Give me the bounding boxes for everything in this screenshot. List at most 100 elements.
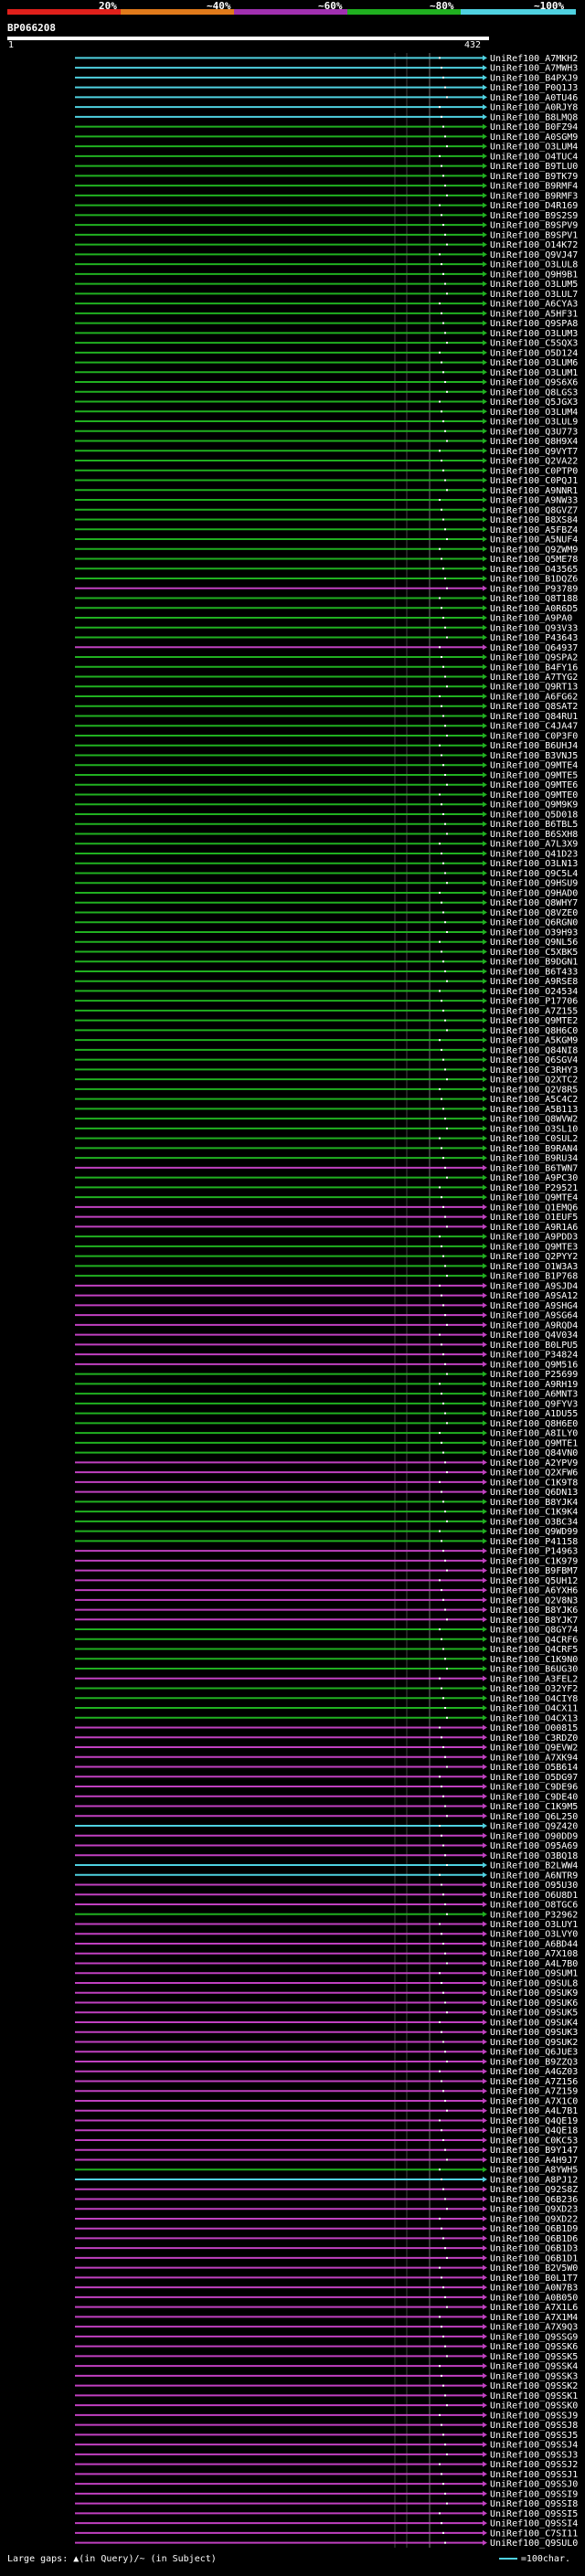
hit-label[interactable]: UniRef100_B9DGN1 xyxy=(490,958,578,968)
hit-label[interactable]: UniRef100_C0PTP0 xyxy=(490,466,578,476)
hit-label[interactable]: UniRef100_Q2VA22 xyxy=(490,457,578,467)
hit-label[interactable]: UniRef100_Q9SSJ2 xyxy=(490,2460,578,2470)
hit-label[interactable]: UniRef100_Q9SSK6 xyxy=(490,2342,578,2352)
hit-label[interactable]: UniRef100_Q4QE19 xyxy=(490,2116,578,2126)
hit-label[interactable]: UniRef100_B6SXH8 xyxy=(490,830,578,840)
hit-label[interactable]: UniRef100_B3VNJ5 xyxy=(490,751,578,761)
hit-label[interactable]: UniRef100_C5XBK5 xyxy=(490,948,578,958)
hit-label[interactable]: UniRef100_Q9SSI5 xyxy=(490,2509,578,2519)
hit-label[interactable]: UniRef100_Q9WD99 xyxy=(490,1527,578,1537)
hit-label[interactable]: UniRef100_A0R6D5 xyxy=(490,604,578,614)
hit-label[interactable]: UniRef100_A7Z156 xyxy=(490,2077,578,2087)
hit-label[interactable]: UniRef100_Q9VJ47 xyxy=(490,250,578,260)
hit-label[interactable]: UniRef100_O4CX11 xyxy=(490,1704,578,1714)
hit-label[interactable]: UniRef100_O3BQ18 xyxy=(490,1851,578,1861)
hit-label[interactable]: UniRef100_A9R1A6 xyxy=(490,1223,578,1233)
hit-label[interactable]: UniRef100_B6UHJ4 xyxy=(490,741,578,751)
hit-label[interactable]: UniRef100_C9DE96 xyxy=(490,1783,578,1793)
hit-label[interactable]: UniRef100_O24534 xyxy=(490,987,578,997)
hit-label[interactable]: UniRef100_Q9M9K9 xyxy=(490,800,578,811)
hit-label[interactable]: UniRef100_B9RMF4 xyxy=(490,182,578,192)
hit-label[interactable]: UniRef100_Q9MTE1 xyxy=(490,1438,578,1448)
hit-label[interactable]: UniRef100_Q6B1D1 xyxy=(490,2253,578,2263)
hit-label[interactable]: UniRef100_B2LWW4 xyxy=(490,1861,578,1871)
hit-label[interactable]: UniRef100_Q9VYT7 xyxy=(490,447,578,457)
hit-label[interactable]: UniRef100_O3LUM6 xyxy=(490,358,578,368)
hit-label[interactable]: UniRef100_Q9SSJ9 xyxy=(490,2411,578,2421)
hit-label[interactable]: UniRef100_Q9SSI4 xyxy=(490,2519,578,2529)
hit-label[interactable]: UniRef100_B1P768 xyxy=(490,1272,578,1282)
hit-label[interactable]: UniRef100_O14K72 xyxy=(490,240,578,250)
hit-label[interactable]: UniRef100_C1K979 xyxy=(490,1556,578,1566)
hit-label[interactable]: UniRef100_Q6SGV4 xyxy=(490,1055,578,1065)
hit-label[interactable]: UniRef100_O00815 xyxy=(490,1723,578,1733)
hit-label[interactable]: UniRef100_B6T433 xyxy=(490,967,578,977)
hit-label[interactable]: UniRef100_Q8GVZ7 xyxy=(490,505,578,515)
hit-label[interactable]: UniRef100_Q6B1D6 xyxy=(490,2234,578,2244)
hit-label[interactable]: UniRef100_O95U30 xyxy=(490,1881,578,1891)
hit-label[interactable]: UniRef100_A9PDD3 xyxy=(490,1233,578,1243)
hit-label[interactable]: UniRef100_B9Y147 xyxy=(490,2146,578,2156)
hit-label[interactable]: UniRef100_Q9SSK1 xyxy=(490,2391,578,2401)
hit-label[interactable]: UniRef100_Q9SUK4 xyxy=(490,2018,578,2028)
hit-label[interactable]: UniRef100_Q84VN0 xyxy=(490,1448,578,1458)
hit-label[interactable]: UniRef100_Q9MTE0 xyxy=(490,790,578,800)
hit-label[interactable]: UniRef100_O1W3A3 xyxy=(490,1262,578,1272)
hit-label[interactable]: UniRef100_Q6JUE3 xyxy=(490,2048,578,2058)
hit-label[interactable]: UniRef100_B6UG30 xyxy=(490,1665,578,1675)
hit-label[interactable]: UniRef100_A0B050 xyxy=(490,2293,578,2303)
hit-label[interactable]: UniRef100_A7L3X9 xyxy=(490,840,578,850)
hit-label[interactable]: UniRef100_Q9S6X6 xyxy=(490,378,578,388)
hit-label[interactable]: UniRef100_O3LN13 xyxy=(490,859,578,869)
hit-label[interactable]: UniRef100_Q64937 xyxy=(490,643,578,653)
hit-label[interactable]: UniRef100_B0L1T7 xyxy=(490,2274,578,2284)
hit-label[interactable]: UniRef100_Q9MTE5 xyxy=(490,770,578,780)
hit-label[interactable]: UniRef100_C3RDZ0 xyxy=(490,1733,578,1744)
hit-label[interactable]: UniRef100_P25699 xyxy=(490,1370,578,1380)
hit-label[interactable]: UniRef100_Q9SUM1 xyxy=(490,1969,578,1979)
hit-label[interactable]: UniRef100_Q8SAT2 xyxy=(490,702,578,712)
hit-label[interactable]: UniRef100_P41158 xyxy=(490,1537,578,1547)
hit-label[interactable]: UniRef100_Q2PYY2 xyxy=(490,1252,578,1262)
hit-label[interactable]: UniRef100_A2YPV9 xyxy=(490,1458,578,1468)
hit-label[interactable]: UniRef100_B4FY16 xyxy=(490,663,578,673)
hit-label[interactable]: UniRef100_Q9MTE6 xyxy=(490,780,578,790)
hit-label[interactable]: UniRef100_A5HF31 xyxy=(490,309,578,319)
hit-label[interactable]: UniRef100_O3LVY0 xyxy=(490,1930,578,1940)
hit-label[interactable]: UniRef100_Q9Z420 xyxy=(490,1822,578,1832)
hit-label[interactable]: UniRef100_B2V5W0 xyxy=(490,2263,578,2274)
hit-label[interactable]: UniRef100_B8XS84 xyxy=(490,515,578,525)
hit-label[interactable]: UniRef100_Q9SSJ1 xyxy=(490,2470,578,2480)
hit-label[interactable]: UniRef100_A4L7B1 xyxy=(490,2106,578,2116)
hit-label[interactable]: UniRef100_C0P3F0 xyxy=(490,731,578,741)
hit-label[interactable]: UniRef100_Q2V8R5 xyxy=(490,1085,578,1095)
hit-label[interactable]: UniRef100_B9SPV9 xyxy=(490,221,578,231)
hit-label[interactable]: UniRef100_Q9FYV3 xyxy=(490,1399,578,1409)
hit-label[interactable]: UniRef100_A6MNT3 xyxy=(490,1390,578,1400)
hit-label[interactable]: UniRef100_Q9SSJ3 xyxy=(490,2450,578,2460)
hit-label[interactable]: UniRef100_Q8T188 xyxy=(490,594,578,604)
hit-label[interactable]: UniRef100_B8YJK7 xyxy=(490,1616,578,1626)
hit-label[interactable]: UniRef100_A5B113 xyxy=(490,1105,578,1115)
hit-label[interactable]: UniRef100_A5KGM9 xyxy=(490,1036,578,1046)
hit-label[interactable]: UniRef100_A7MKH2 xyxy=(490,54,578,64)
hit-label[interactable]: UniRef100_Q8LGS3 xyxy=(490,387,578,398)
hit-label[interactable]: UniRef100_A7Z155 xyxy=(490,1006,578,1016)
hit-label[interactable]: UniRef100_Q9MTE4 xyxy=(490,761,578,771)
hit-label[interactable]: UniRef100_Q9SUK9 xyxy=(490,1988,578,1998)
hit-label[interactable]: UniRef100_O8TGC6 xyxy=(490,1901,578,1911)
hit-label[interactable]: UniRef100_Q9HAD0 xyxy=(490,888,578,898)
hit-label[interactable]: UniRef100_Q4QE18 xyxy=(490,2126,578,2136)
hit-label[interactable]: UniRef100_Q9RT13 xyxy=(490,683,578,693)
hit-label[interactable]: UniRef100_Q9XD22 xyxy=(490,2214,578,2224)
hit-label[interactable]: UniRef100_Q9SSK3 xyxy=(490,2371,578,2381)
hit-label[interactable]: UniRef100_Q9SSI9 xyxy=(490,2489,578,2499)
hit-label[interactable]: UniRef100_O3LUL8 xyxy=(490,260,578,270)
hit-label[interactable]: UniRef100_O4CX13 xyxy=(490,1713,578,1723)
hit-label[interactable]: UniRef100_C4JA47 xyxy=(490,722,578,732)
hit-label[interactable]: UniRef100_Q9SSJ5 xyxy=(490,2431,578,2441)
hit-label[interactable]: UniRef100_Q4V034 xyxy=(490,1330,578,1341)
hit-label[interactable]: UniRef100_A9RSE8 xyxy=(490,977,578,987)
hit-label[interactable]: UniRef100_Q84NI8 xyxy=(490,1045,578,1055)
hit-label[interactable]: UniRef100_B8YJK6 xyxy=(490,1606,578,1616)
